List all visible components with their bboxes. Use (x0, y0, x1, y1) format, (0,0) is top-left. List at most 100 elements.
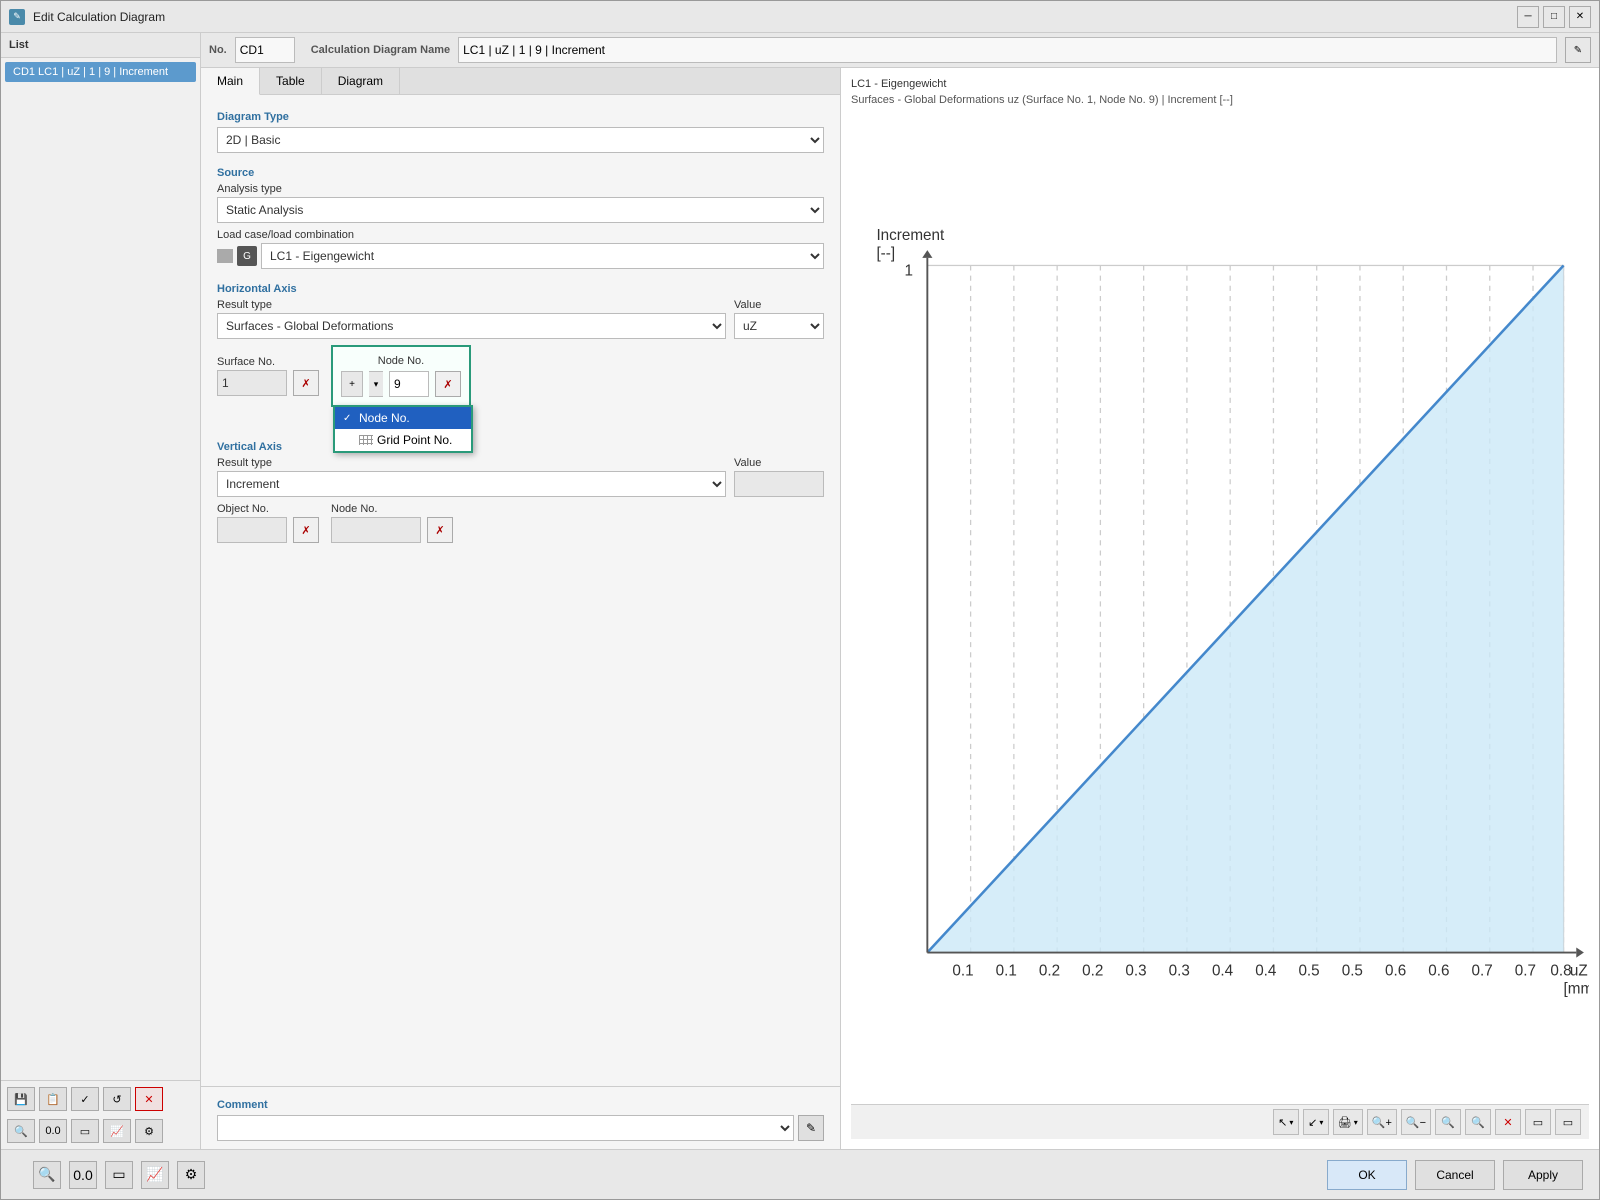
chevron-down-icon: ▾ (369, 371, 383, 397)
view-button1[interactable]: ▭ (1525, 1109, 1551, 1135)
v-result-type-label: Result type (217, 457, 726, 469)
comment-edit-button[interactable]: ✎ (798, 1115, 824, 1141)
axis-fit-button[interactable]: ↖▾ (1273, 1109, 1299, 1135)
content-area: Main Table Diagram Diagram Type 2D | Bas… (201, 68, 1599, 1149)
form-body: Diagram Type 2D | Basic Source An (201, 95, 840, 555)
edit-name-button[interactable]: ✎ (1565, 37, 1591, 63)
bottom-number-button[interactable]: 0.0 (69, 1161, 97, 1189)
diagram-type-section: Diagram Type 2D | Basic (217, 107, 824, 153)
cancel-button[interactable]: Cancel (1415, 1160, 1495, 1190)
check-icon: ✓ (343, 413, 355, 424)
svg-text:0.4: 0.4 (1212, 962, 1234, 979)
lc-g-icon: G (237, 246, 257, 266)
horizontal-axis-label: Horizontal Axis (217, 283, 824, 295)
tab-diagram[interactable]: Diagram (322, 68, 400, 94)
load-case-label: Load case/load combination (217, 229, 824, 241)
v-object-no-input (217, 517, 287, 543)
node-type-dropdown[interactable]: ✓ Node No. Grid Point No. (333, 405, 473, 453)
search-button[interactable]: 🔍 (7, 1119, 35, 1143)
ok-button[interactable]: OK (1327, 1160, 1407, 1190)
analysis-type-select[interactable]: Static Analysis (217, 197, 824, 223)
v-node-no-group: Node No. ✗ (331, 503, 453, 543)
axis-fit-button2[interactable]: ↙▾ (1303, 1109, 1329, 1135)
chart-subtitle: Surfaces - Global Deformations uz (Surfa… (851, 94, 1589, 106)
horizontal-axis-section: Horizontal Axis Result type Surfaces - G… (217, 279, 824, 407)
node-pick-button[interactable]: ✗ (435, 371, 461, 397)
v-object-no-row: ✗ (217, 517, 319, 543)
bottom-frame-button[interactable]: ▭ (105, 1161, 133, 1189)
v-node-no-row: ✗ (331, 517, 453, 543)
comment-section: Comment ✎ (201, 1086, 840, 1149)
surface-no-group: Surface No. 1 ✗ (217, 356, 319, 396)
svg-text:0.2: 0.2 (1082, 962, 1103, 979)
v-result-type-select[interactable]: Increment (217, 471, 726, 497)
load-case-select[interactable]: LC1 - Eigengewicht (261, 243, 824, 269)
diagram-type-label: Diagram Type (217, 111, 824, 123)
h-nos-row: Surface No. 1 ✗ (217, 345, 824, 407)
dropdown-option-grid[interactable]: Grid Point No. (335, 429, 471, 451)
svg-text:[--]: [--] (876, 245, 895, 262)
svg-text:0.7: 0.7 (1515, 962, 1536, 979)
vertical-axis-label: Vertical Axis (217, 441, 824, 453)
v-node-pick-button[interactable]: ✗ (427, 517, 453, 543)
copy-button[interactable]: 📋 (39, 1087, 67, 1111)
bottom-settings-button[interactable]: ⚙ (177, 1161, 205, 1189)
svg-text:[mm]: [mm] (1564, 980, 1589, 997)
v-object-no-group: Object No. ✗ (217, 503, 319, 543)
zoom-all-button[interactable]: 🔍 (1465, 1109, 1491, 1135)
bottom-search-button[interactable]: 🔍 (33, 1161, 61, 1189)
svg-text:0.6: 0.6 (1428, 962, 1449, 979)
node-no-row: + ▾ 9 ✗ (341, 371, 461, 397)
number-button[interactable]: 0.0 (39, 1119, 67, 1143)
zoom-window-button[interactable]: 🔍 (1435, 1109, 1461, 1135)
v-object-pick-button[interactable]: ✗ (293, 517, 319, 543)
right-panel: No. CD1 Calculation Diagram Name LC1 | u… (201, 33, 1599, 1149)
minimize-button[interactable]: ─ (1517, 6, 1539, 28)
confirm-button[interactable]: ✓ (71, 1087, 99, 1111)
source-section: Source Analysis type Static Analysis Loa… (217, 163, 824, 269)
dropdown-option-node[interactable]: ✓ Node No. (335, 407, 471, 429)
svg-text:0.6: 0.6 (1385, 962, 1406, 979)
list-item[interactable]: CD1 LC1 | uZ | 1 | 9 | Increment (5, 62, 196, 82)
diagram-type-select[interactable]: 2D | Basic (217, 127, 824, 153)
v-value-field (734, 471, 824, 497)
h-value-select[interactable]: uZ (734, 313, 824, 339)
h-result-type-label: Result type (217, 299, 726, 311)
zoom-reset-button[interactable]: ✕ (1495, 1109, 1521, 1135)
svg-text:0.2: 0.2 (1039, 962, 1060, 979)
bottom-graph-button[interactable]: 📈 (141, 1161, 169, 1189)
chart-toolbar: ↖▾ ↙▾ 🖨▾ 🔍+ 🔍− 🔍 🔍 ✕ ▭ ▭ (851, 1104, 1589, 1139)
comment-input[interactable] (217, 1115, 794, 1141)
undo-button[interactable]: ↺ (103, 1087, 131, 1111)
zoom-out-button[interactable]: 🔍− (1401, 1109, 1431, 1135)
svg-text:0.7: 0.7 (1472, 962, 1493, 979)
delete-button[interactable]: ✕ (135, 1087, 163, 1111)
comment-label: Comment (217, 1099, 824, 1111)
maximize-button[interactable]: □ (1543, 6, 1565, 28)
node-increment-button[interactable]: + (341, 371, 363, 397)
apply-button[interactable]: Apply (1503, 1160, 1583, 1190)
calc-name-label: Calculation Diagram Name (311, 44, 450, 56)
view-button2[interactable]: ▭ (1555, 1109, 1581, 1135)
frame-button[interactable]: ▭ (71, 1119, 99, 1143)
settings-button[interactable]: ⚙ (135, 1119, 163, 1143)
save-button[interactable]: 💾 (7, 1087, 35, 1111)
analysis-type-label: Analysis type (217, 183, 824, 195)
close-button[interactable]: ✕ (1569, 6, 1591, 28)
source-label: Source (217, 167, 824, 179)
print-button[interactable]: 🖨▾ (1333, 1109, 1363, 1135)
chart-button[interactable]: 📈 (103, 1119, 131, 1143)
surface-pick-button[interactable]: ✗ (293, 370, 319, 396)
v-value-label: Value (734, 457, 824, 469)
svg-text:0.1: 0.1 (996, 962, 1017, 979)
zoom-in-button[interactable]: 🔍+ (1367, 1109, 1397, 1135)
tab-table[interactable]: Table (260, 68, 322, 94)
tab-main[interactable]: Main (201, 68, 260, 95)
chart-title: LC1 - Eigengewicht (851, 78, 1589, 90)
left-panel-footer: 💾 📋 ✓ ↺ ✕ 🔍 0.0 ▭ 📈 ⚙ (1, 1080, 200, 1149)
h-result-type-select[interactable]: Surfaces - Global Deformations (217, 313, 726, 339)
cd-no-field: CD1 (235, 37, 295, 63)
svg-text:0.3: 0.3 (1125, 962, 1146, 979)
node-no-value[interactable]: 9 (389, 371, 429, 397)
no-label: No. (209, 44, 227, 56)
